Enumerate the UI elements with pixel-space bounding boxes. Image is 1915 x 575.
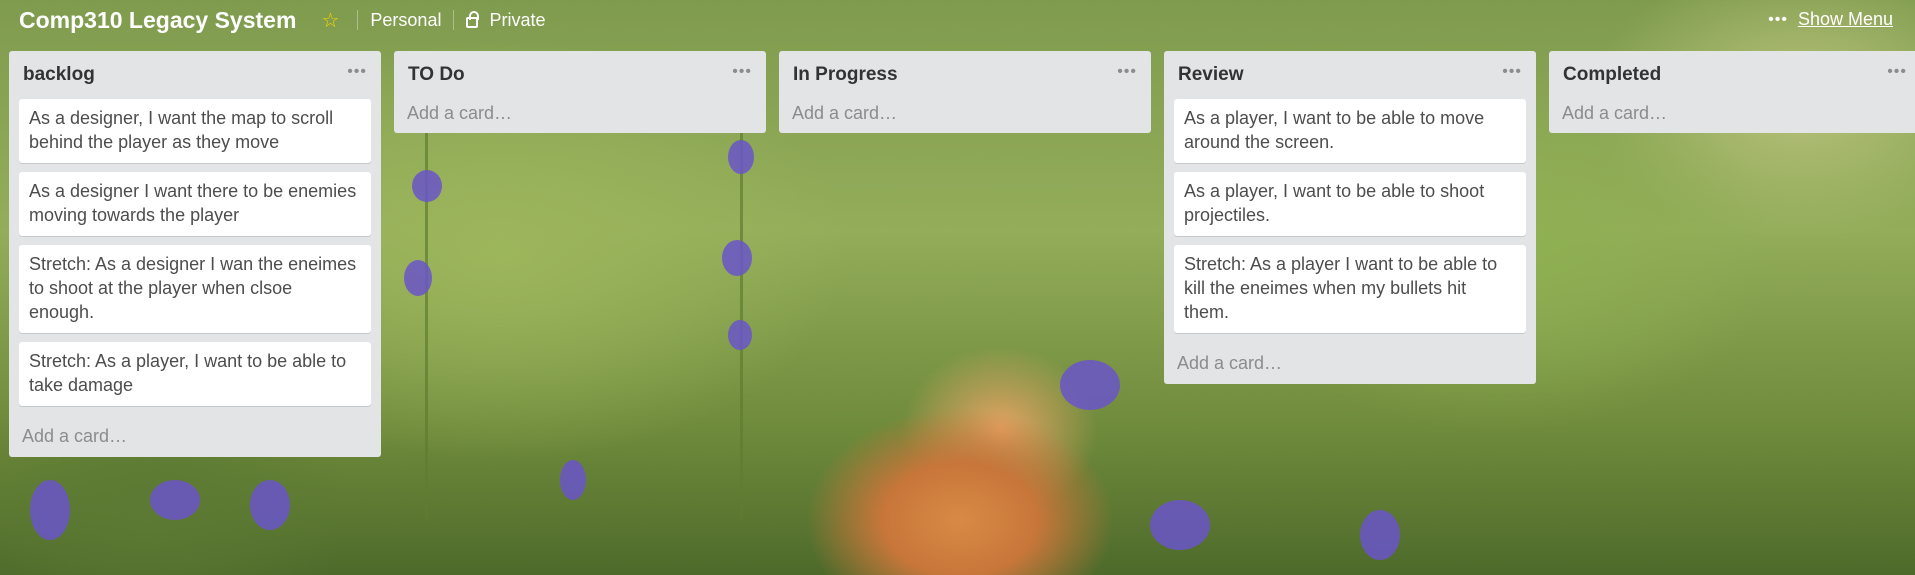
star-icon[interactable]: ☆ (315, 5, 345, 35)
card[interactable]: Stretch: As a player, I want to be able … (19, 342, 371, 406)
list-menu-icon[interactable]: ••• (1887, 63, 1907, 81)
list-title[interactable]: Review (1178, 64, 1243, 86)
header-divider (357, 10, 359, 30)
list-title[interactable]: TO Do (408, 64, 465, 86)
card[interactable]: As a player, I want to be able to shoot … (1174, 172, 1526, 236)
visibility-label: Private (489, 9, 546, 30)
list-menu-icon[interactable]: ••• (1502, 63, 1522, 81)
add-card-button[interactable]: Add a card… (789, 93, 1141, 133)
card[interactable]: Stretch: As a player I want to be able t… (1174, 245, 1526, 333)
list-menu-icon[interactable]: ••• (1117, 63, 1137, 81)
card[interactable]: As a player, I want to be able to move a… (1174, 99, 1526, 163)
list-backlog: backlog ••• As a designer, I want the ma… (9, 51, 381, 457)
add-card-button[interactable]: Add a card… (19, 415, 371, 457)
card[interactable]: As a designer I want there to be enemies… (19, 172, 371, 236)
card[interactable]: As a designer, I want the map to scroll … (19, 99, 371, 163)
list-header: Review ••• (1174, 51, 1526, 99)
board-header: Comp310 Legacy System ☆ Personal Private… (0, 0, 1915, 40)
add-card-button[interactable]: Add a card… (1174, 342, 1526, 384)
list-title[interactable]: Completed (1563, 64, 1661, 86)
list-header: In Progress ••• (789, 51, 1141, 99)
show-menu-label: Show Menu (1797, 9, 1893, 29)
list-in-progress: In Progress ••• Add a card… (779, 51, 1151, 133)
list-header: TO Do ••• (404, 51, 756, 99)
more-icon: ••• (1768, 10, 1788, 28)
list-menu-icon[interactable]: ••• (732, 63, 752, 81)
board-title[interactable]: Comp310 Legacy System (19, 7, 296, 34)
list-header: backlog ••• (19, 51, 371, 99)
list-header: Completed ••• (1559, 51, 1911, 99)
show-menu-button[interactable]: ••• Show Menu (1768, 9, 1893, 30)
lock-icon (466, 10, 480, 28)
card[interactable]: Stretch: As a designer I wan the eneimes… (19, 245, 371, 333)
team-button[interactable]: Personal (370, 10, 441, 31)
add-card-button[interactable]: Add a card… (1559, 93, 1911, 133)
list-completed: Completed ••• Add a card… (1549, 51, 1915, 133)
header-divider (453, 10, 455, 30)
list-menu-icon[interactable]: ••• (347, 63, 367, 81)
add-card-button[interactable]: Add a card… (404, 93, 756, 133)
list-to-do: TO Do ••• Add a card… (394, 51, 766, 133)
list-title[interactable]: In Progress (793, 64, 898, 86)
visibility-button[interactable]: Private (466, 10, 545, 31)
list-title[interactable]: backlog (23, 64, 95, 86)
list-review: Review ••• As a player, I want to be abl… (1164, 51, 1536, 384)
